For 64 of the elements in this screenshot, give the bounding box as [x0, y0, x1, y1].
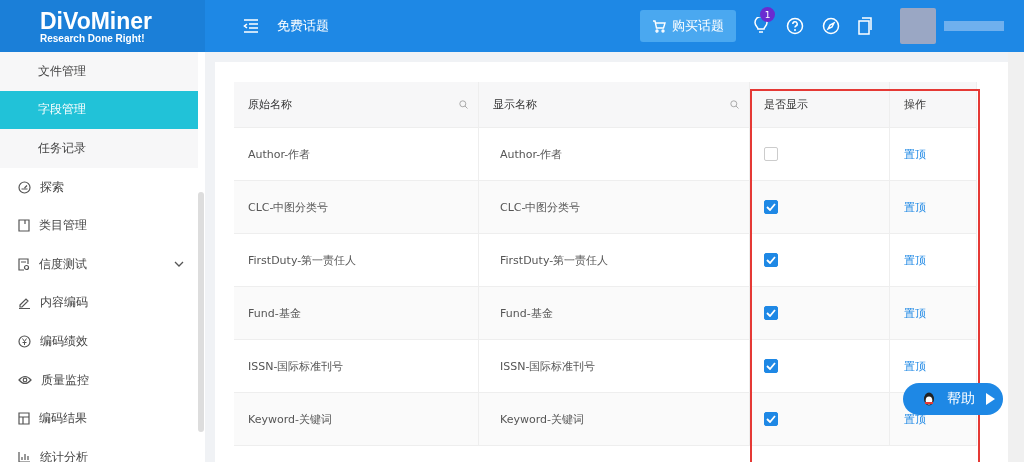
column-header: 操作: [890, 82, 977, 127]
user-name-placeholder: [944, 21, 1004, 31]
chevron-down-icon: [174, 261, 184, 268]
table-icon: [18, 412, 30, 426]
sidebar-item[interactable]: 任务记录: [0, 129, 198, 168]
table-cell: Author-作者: [248, 146, 311, 162]
sidebar-item[interactable]: 编码结果: [0, 399, 198, 438]
checkbox[interactable]: [764, 306, 778, 320]
checkbox[interactable]: [764, 147, 778, 161]
lightbulb-icon[interactable]: [754, 17, 768, 35]
table-cell: Fund-基金: [500, 305, 553, 321]
logo-tagline: Research Done Right!: [40, 32, 146, 44]
pin-to-top-link[interactable]: 置顶: [904, 305, 926, 321]
window-scrollbar[interactable]: [1008, 52, 1024, 462]
column-header: 是否显示: [750, 82, 890, 127]
sidebar-item[interactable]: 文件管理: [0, 52, 198, 91]
checkbox[interactable]: [764, 412, 778, 426]
table-cell: CLC-中图分类号: [500, 199, 581, 215]
penguin-icon: [923, 392, 935, 406]
sidebar-item[interactable]: 信度测试: [0, 244, 198, 284]
column-header: 原始名称: [234, 82, 479, 127]
pin-to-top-link[interactable]: 置顶: [904, 358, 926, 374]
compass-icon[interactable]: [822, 17, 840, 35]
table-cell: ISSN-国际标准刊号: [500, 358, 596, 374]
bar-chart-icon: [18, 451, 31, 462]
pen-icon: [18, 296, 31, 310]
cart-icon: [652, 19, 666, 33]
table-cell: Keyword-关键词: [500, 411, 584, 427]
clipboard-icon[interactable]: [858, 17, 874, 35]
play-icon: [986, 393, 995, 405]
table-cell: ISSN-国际标准刊号: [248, 358, 344, 374]
table-cell: CLC-中图分类号: [248, 199, 329, 215]
sidebar-item[interactable]: 探索: [0, 167, 198, 207]
sidebar-item[interactable]: 质量监控: [0, 360, 198, 400]
document-icon: [18, 219, 30, 233]
help-button[interactable]: 帮助: [903, 383, 1003, 415]
page-title: 免费话题: [277, 17, 329, 35]
search-icon[interactable]: [459, 100, 468, 109]
scrollbar-thumb[interactable]: [198, 192, 204, 432]
table-cell: Keyword-关键词: [248, 411, 332, 427]
column-header: 显示名称: [479, 82, 750, 127]
checkbox[interactable]: [764, 200, 778, 214]
logo: DiVoMiner: [40, 8, 154, 33]
sidebar-item[interactable]: 统计分析: [0, 437, 198, 462]
checkbox[interactable]: [764, 253, 778, 267]
eye-icon: [18, 375, 32, 386]
search-icon[interactable]: [730, 100, 739, 109]
sidebar-item[interactable]: 类目管理: [0, 206, 198, 245]
yen-icon: [18, 334, 31, 348]
gauge-icon: [18, 180, 31, 194]
pin-to-top-link[interactable]: 置顶: [904, 199, 926, 215]
notification-badge: 1: [760, 7, 775, 22]
menu-collapse-icon[interactable]: [243, 19, 259, 33]
help-icon[interactable]: [786, 17, 804, 35]
table-cell: FirstDuty-第一责任人: [248, 252, 357, 268]
pin-to-top-link[interactable]: 置顶: [904, 252, 926, 268]
checkbox[interactable]: [764, 359, 778, 373]
table-cell: Author-作者: [500, 146, 563, 162]
table-cell: Fund-基金: [248, 305, 301, 321]
table-cell: FirstDuty-第一责任人: [500, 252, 609, 268]
report-icon: [18, 257, 30, 271]
sidebar-item[interactable]: 内容编码: [0, 283, 198, 323]
sidebar-item[interactable]: 编码绩效: [0, 322, 198, 361]
pin-to-top-link[interactable]: 置顶: [904, 146, 926, 162]
